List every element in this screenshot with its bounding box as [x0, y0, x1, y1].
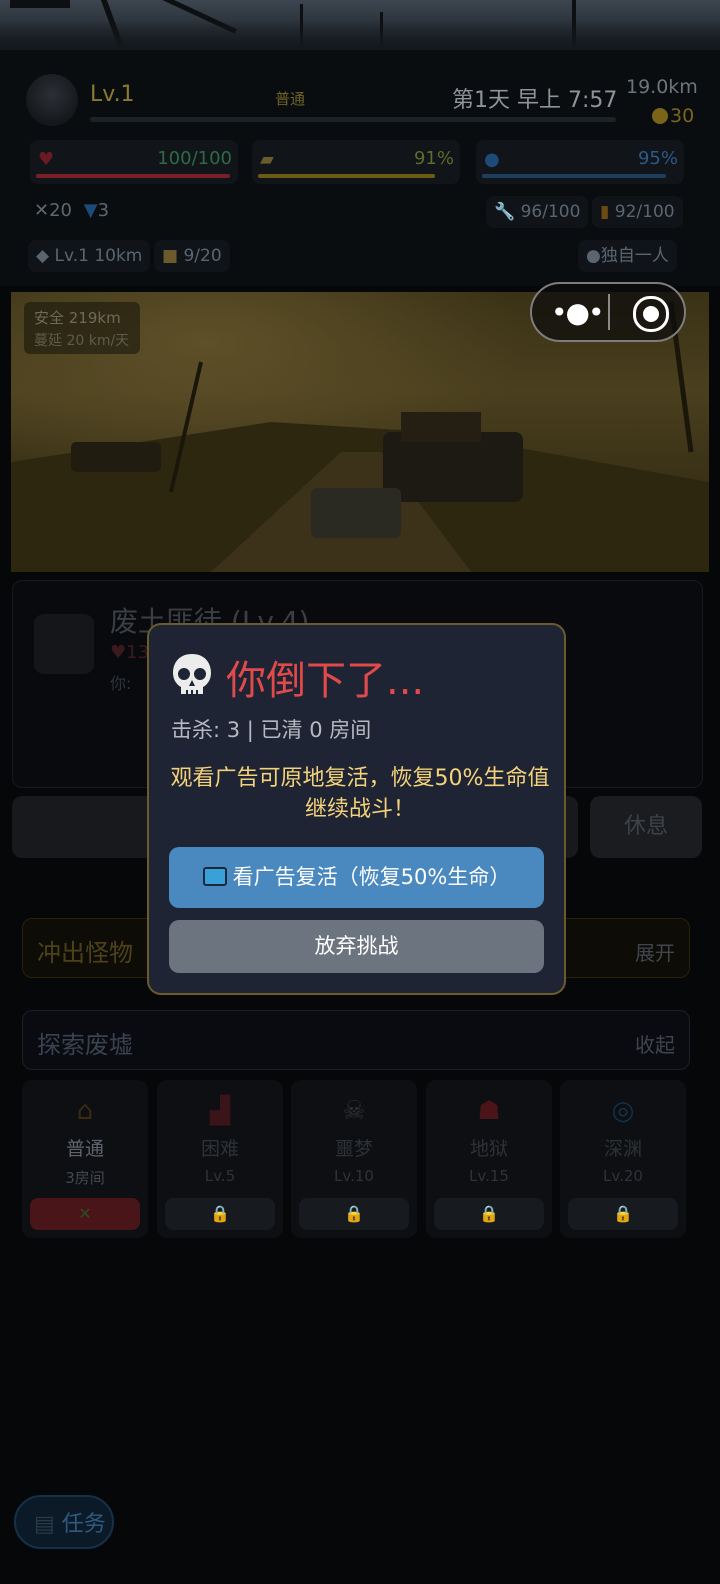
water-drop-icon: ● [484, 149, 500, 170]
difficulty-action[interactable]: ✕ [30, 1198, 140, 1230]
water-value: 95% [637, 148, 678, 169]
revive-button-label: 看广告复活（恢复50%生命） [232, 865, 511, 889]
building-icon: ▟ [210, 1096, 230, 1126]
skull-icon [173, 654, 211, 695]
hp-bar-fill [36, 174, 230, 178]
attack-value: 20 [49, 200, 72, 221]
fuel-can-icon: ▮ [600, 202, 610, 222]
cargo-stat[interactable]: ■ 9/20 [154, 240, 230, 272]
give-up-button[interactable]: 放弃挑战 [169, 920, 544, 973]
difficulty-sub: Lv.15 [469, 1167, 509, 1185]
player-avatar[interactable] [26, 74, 78, 126]
enemy-hp-value: 13 [126, 642, 150, 663]
difficulty-sub: Lv.20 [603, 1167, 643, 1185]
cargo-value: 9/20 [183, 246, 222, 266]
difficulty-name: 深渊 [603, 1138, 642, 1160]
tv-icon [202, 867, 227, 886]
modal-title: 你倒下了... [226, 658, 425, 704]
water-stat: ● 95% [476, 140, 684, 184]
coin-count: 30 [670, 105, 695, 127]
game-mode-label: 普通 [275, 90, 306, 108]
target-icon [643, 306, 659, 322]
ruins-section[interactable]: 探索废墟 收起 [22, 1010, 690, 1070]
person-icon: ● [586, 246, 601, 266]
hp-stat: ♥ 100/100 [30, 140, 238, 184]
demon-icon: ☗ [477, 1096, 501, 1126]
lock-icon: 🔒 [299, 1198, 409, 1230]
coin-icon [652, 108, 668, 124]
monster-section-title: 冲出怪物 [37, 939, 133, 967]
tool-durability: 🔧 96/100 [486, 196, 589, 228]
kills-summary: 击杀: 3 | 已清 0 房间 [171, 718, 372, 742]
defense-value: 3 [97, 200, 110, 221]
house-icon: ⌂ [76, 1096, 94, 1126]
difficulty-name: 噩梦 [334, 1138, 373, 1160]
difficulty-name: 地狱 [469, 1138, 508, 1160]
heart-icon: ♥ [110, 642, 127, 663]
food-value: 91% [413, 148, 454, 169]
vehicle-value: Lv.1 10km [54, 246, 143, 266]
box-icon: ■ [162, 246, 179, 266]
swords-icon: ✕ [34, 200, 50, 221]
vehicle-level[interactable]: ◆ Lv.1 10km [28, 240, 151, 272]
lock-icon: 🔒 [434, 1198, 544, 1230]
task-label: ▤ 任务 [34, 1506, 106, 1538]
difficulty-hell[interactable]: ☗ 地狱 Lv.15 🔒 [426, 1080, 552, 1238]
capsule-divider [608, 294, 610, 330]
enemy-portrait [34, 614, 94, 674]
revive-description: 观看广告可原地复活，恢复50%生命值继续战斗！ [170, 766, 550, 822]
difficulty-normal[interactable]: ⌂ 普通 3房间 ✕ [22, 1080, 148, 1238]
spread-speed: 蔓延 20 km/天 [34, 333, 130, 349]
wrench-icon: 🔧 [494, 202, 516, 222]
expand-toggle[interactable]: 展开 [635, 937, 675, 966]
rest-button[interactable]: 休息 [590, 796, 702, 858]
lock-icon: 🔒 [165, 1198, 275, 1230]
fuel-value: 92/100 [614, 202, 675, 222]
vehicle-icon: ◆ [36, 246, 50, 266]
water-bar-fill [482, 174, 667, 178]
food-stat: ▰ 91% [252, 140, 460, 184]
skull-icon: ☠ [342, 1096, 366, 1126]
xp-bar [90, 117, 616, 122]
ruins-section-title: 探索废墟 [37, 1031, 133, 1059]
player-level: Lv.1 [90, 82, 135, 107]
food-bar-fill [258, 174, 435, 178]
fuel-stat: ▮ 92/100 [592, 196, 683, 228]
heart-icon: ♥ [38, 149, 55, 170]
difficulty-hard[interactable]: ▟ 困难 Lv.5 🔒 [157, 1080, 283, 1238]
safe-distance: 安全 219km [34, 309, 121, 327]
attack-stat: ✕20 ▼3 [34, 200, 109, 221]
watch-ad-revive-button[interactable]: 看广告复活（恢复50%生命） [169, 847, 544, 908]
bread-icon: ▰ [260, 149, 274, 170]
difficulty-sub: 3房间 [65, 1169, 105, 1187]
distance-label: 19.0km [626, 76, 698, 98]
top-banner-image [0, 0, 720, 50]
difficulty-name: 困难 [200, 1138, 239, 1160]
hp-value: 100/100 [157, 148, 232, 169]
companion-value: 独自一人 [600, 246, 669, 266]
player-vs-label: 你: [110, 674, 132, 693]
difficulty-sub: Lv.5 [204, 1167, 236, 1185]
task-text: 任务 [61, 1512, 106, 1537]
collapse-toggle[interactable]: 收起 [635, 1029, 675, 1058]
enemy-hp: ♥13 [110, 642, 149, 663]
tool-value: 96/100 [520, 202, 581, 222]
day-time-label: 第1天 早上 7:57 [452, 88, 618, 113]
difficulty-name: 普通 [65, 1138, 104, 1160]
difficulty-abyss[interactable]: ◎ 深渊 Lv.20 🔒 [560, 1080, 686, 1238]
companion-stat[interactable]: ●独自一人 [578, 240, 677, 272]
vortex-icon: ◎ [611, 1096, 635, 1126]
shield-icon: ▼ [83, 200, 98, 221]
difficulty-sub: Lv.10 [334, 1167, 374, 1185]
more-menu-button[interactable]: •●• [551, 296, 604, 329]
lock-icon: 🔒 [568, 1198, 678, 1230]
clipboard-icon: ▤ [34, 1512, 55, 1537]
difficulty-nightmare[interactable]: ☠ 噩梦 Lv.10 🔒 [291, 1080, 417, 1238]
